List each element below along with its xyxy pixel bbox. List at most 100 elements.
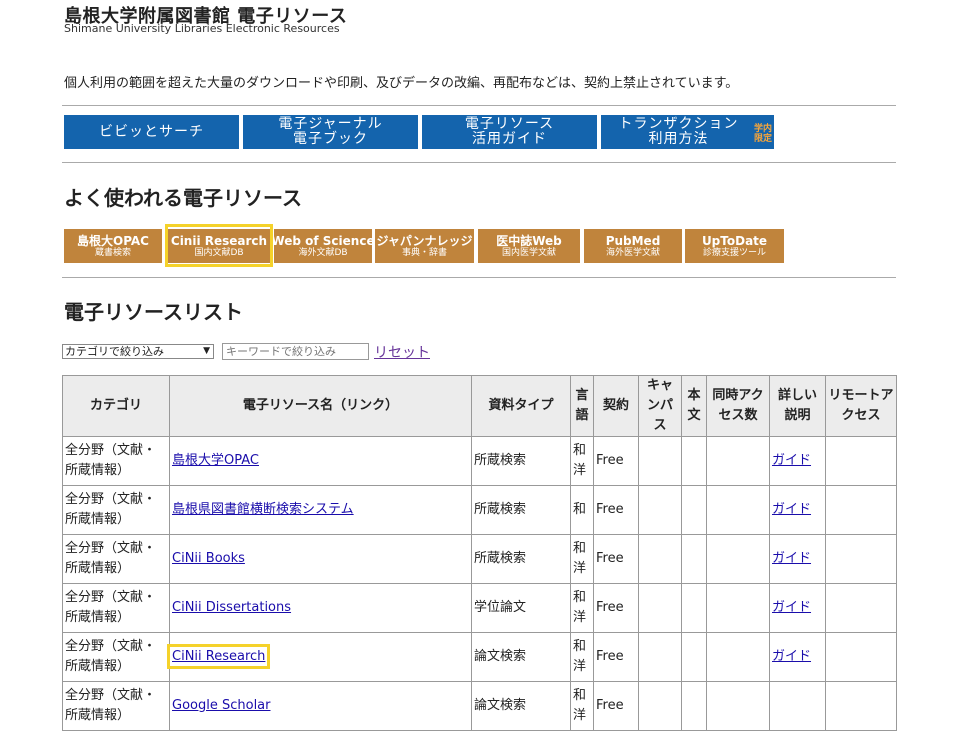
nav-label-2: 利用方法	[648, 131, 709, 147]
cell-fulltext	[681, 534, 707, 584]
table-row: 全分野（文献・所蔵情報） Google Scholar 論文検索 和洋 Free	[62, 681, 897, 731]
cell-concurrent	[706, 485, 770, 535]
cell-category: 全分野（文献・所蔵情報）	[62, 632, 170, 682]
cell-detail: ガイド	[769, 436, 826, 486]
cell-category: 全分野（文献・所蔵情報）	[62, 681, 170, 731]
select-value: カテゴリで絞り込み	[65, 345, 164, 358]
resource-link[interactable]: 島根大学OPAC	[172, 453, 259, 468]
col-campus: キャンパス	[638, 375, 682, 437]
resource-label: 島根大OPAC	[77, 233, 149, 248]
cell-concurrent	[706, 534, 770, 584]
cell-remote	[825, 485, 897, 535]
cell-concurrent	[706, 436, 770, 486]
site-subtitle: Shimane University Libraries Electronic …	[64, 22, 340, 35]
resource-link[interactable]: CiNii Research	[166, 644, 271, 669]
table-row: 全分野（文献・所蔵情報） 島根県図書館横断検索システム 所蔵検索 和 Free …	[62, 485, 897, 535]
col-fulltext: 本文	[681, 375, 707, 437]
usage-notice: 個人利用の範囲を超えた大量のダウンロードや印刷、及びデータの改編、再配布などは、…	[64, 76, 739, 91]
divider	[62, 162, 896, 163]
cell-campus	[638, 436, 682, 486]
guide-link[interactable]: ガイド	[772, 600, 811, 615]
cell-category: 全分野（文献・所蔵情報）	[62, 485, 170, 535]
resource-sublabel: 蔵書検索	[94, 247, 131, 258]
col-category: カテゴリ	[62, 375, 170, 437]
cell-type: 所蔵検索	[471, 534, 571, 584]
popular-heading: よく使われる電子リソース	[64, 186, 302, 210]
guide-link[interactable]: ガイド	[772, 551, 811, 566]
resource-sublabel: 診療支援ツール	[702, 247, 766, 258]
cell-remote	[825, 681, 897, 731]
cell-name: CiNii Books	[169, 534, 472, 584]
cell-campus	[638, 583, 682, 633]
resource-link[interactable]: Google Scholar	[172, 698, 271, 713]
table-header-row: カテゴリ 電子リソース名（リンク） 資料タイプ 言語 契約 キャンパス 本文 同…	[62, 375, 897, 437]
popular-japanknowledge-button[interactable]: ジャパンナレッジ 事典・辞書	[375, 229, 474, 263]
cell-fulltext	[681, 583, 707, 633]
campus-only-badge: 学内 限定	[754, 124, 772, 144]
resource-link[interactable]: 島根県図書館横断検索システム	[172, 502, 354, 517]
cell-lang: 和洋	[570, 534, 594, 584]
cell-contract: Free	[593, 681, 639, 731]
badge-line-1: 学内	[753, 124, 772, 134]
chevron-down-icon: ▼	[203, 346, 210, 356]
cell-contract: Free	[593, 436, 639, 486]
cell-concurrent	[706, 583, 770, 633]
col-name: 電子リソース名（リンク）	[169, 375, 472, 437]
cell-type: 論文検索	[471, 632, 571, 682]
popular-wos-button[interactable]: Web of Science 海外文献DB	[271, 229, 375, 263]
guide-link[interactable]: ガイド	[772, 453, 811, 468]
cell-type: 学位論文	[471, 583, 571, 633]
table-row: 全分野（文献・所蔵情報） CiNii Dissertations 学位論文 和洋…	[62, 583, 897, 633]
nav-vivid-search-button[interactable]: ビビッとサーチ	[64, 115, 239, 149]
highlight-frame	[165, 224, 273, 267]
popular-ichushi-button[interactable]: 医中誌Web 国内医学文献	[478, 229, 580, 263]
table-row: 全分野（文献・所蔵情報） 島根大学OPAC 所蔵検索 和洋 Free ガイド	[62, 436, 897, 486]
col-lang: 言語	[570, 375, 594, 437]
cell-detail	[769, 681, 826, 731]
table-row: 全分野（文献・所蔵情報） CiNii Books 所蔵検索 和洋 Free ガイ…	[62, 534, 897, 584]
cell-type: 論文検索	[471, 681, 571, 731]
popular-pubmed-button[interactable]: PubMed 海外医学文献	[584, 229, 682, 263]
nav-ejournal-button[interactable]: 電子ジャーナル 電子ブック	[243, 115, 418, 149]
resource-sublabel: 海外医学文献	[605, 247, 660, 258]
nav-transaction-button[interactable]: トランザクション 利用方法 学内 限定	[601, 115, 774, 149]
guide-link[interactable]: ガイド	[772, 649, 811, 664]
resource-list-heading: 電子リソースリスト	[64, 300, 243, 324]
resource-link[interactable]: CiNii Books	[172, 551, 245, 566]
nav-label: 電子ジャーナル	[278, 116, 383, 132]
resource-link[interactable]: CiNii Dissertations	[172, 600, 291, 615]
cell-concurrent	[706, 681, 770, 731]
nav-label-2: 活用ガイド	[472, 131, 547, 147]
keyword-filter-input[interactable]	[222, 343, 369, 360]
cell-fulltext	[681, 485, 707, 535]
cell-lang: 和洋	[570, 436, 594, 486]
cell-name: Google Scholar	[169, 681, 472, 731]
cell-detail: ガイド	[769, 583, 826, 633]
resource-table: カテゴリ 電子リソース名（リンク） 資料タイプ 言語 契約 キャンパス 本文 同…	[62, 375, 897, 731]
cell-campus	[638, 681, 682, 731]
popular-opac-button[interactable]: 島根大OPAC 蔵書検索	[64, 229, 162, 263]
cell-contract: Free	[593, 485, 639, 535]
resource-label: UpToDate	[701, 233, 768, 248]
cell-detail: ガイド	[769, 632, 826, 682]
cell-type: 所蔵検索	[471, 436, 571, 486]
category-filter-select[interactable]: カテゴリで絞り込み ▼	[62, 344, 214, 359]
cell-lang: 和洋	[570, 681, 594, 731]
cell-contract: Free	[593, 534, 639, 584]
cell-campus	[638, 485, 682, 535]
table-row: 全分野（文献・所蔵情報） CiNii Research 論文検索 和洋 Free…	[62, 632, 897, 682]
reset-link[interactable]: リセット	[374, 342, 430, 362]
cell-lang: 和洋	[570, 632, 594, 682]
nav-label: トランザクション	[618, 116, 739, 132]
nav-label-2: 電子ブック	[293, 131, 368, 147]
divider	[62, 105, 896, 106]
cell-lang: 和	[570, 485, 594, 535]
nav-guide-button[interactable]: 電子リソース 活用ガイド	[422, 115, 597, 149]
popular-uptodate-button[interactable]: UpToDate 診療支援ツール	[685, 229, 784, 263]
cell-remote	[825, 534, 897, 584]
cell-remote	[825, 436, 897, 486]
cell-contract: Free	[593, 583, 639, 633]
divider	[62, 277, 896, 278]
cell-type: 所蔵検索	[471, 485, 571, 535]
guide-link[interactable]: ガイド	[772, 502, 811, 517]
